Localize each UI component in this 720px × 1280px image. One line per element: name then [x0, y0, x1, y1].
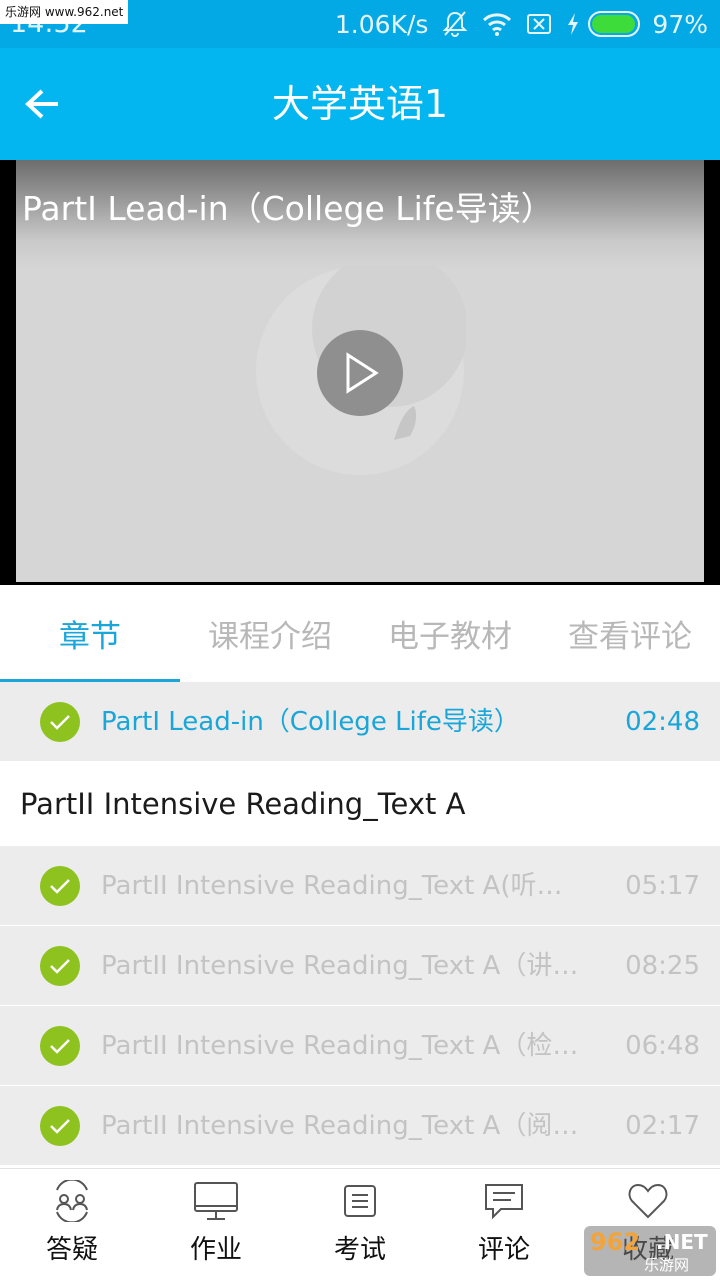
- chapter-title: PartII Intensive Reading_Text A（检…: [101, 1031, 579, 1061]
- play-button[interactable]: [317, 330, 403, 416]
- qa-users-icon: [48, 1179, 96, 1223]
- chapter-duration: 08:25: [625, 951, 700, 981]
- app-bar: 大学英语1: [0, 48, 720, 160]
- completed-check-icon: [40, 1106, 80, 1146]
- chapter-row[interactable]: PartII Intensive Reading_Text A（检… 06:48: [0, 1006, 720, 1086]
- chapter-list: PartI Lead-in（College Life导读） 02:48 Part…: [0, 682, 720, 1166]
- course-tabs: 章节 课程介绍 电子教材 查看评论: [0, 585, 720, 682]
- watermark-sub: 乐游网: [644, 1256, 690, 1274]
- completed-check-icon: [40, 702, 80, 742]
- nav-qa[interactable]: 答疑: [0, 1169, 144, 1280]
- battery-percent: 97%: [652, 9, 708, 39]
- status-indicators: 1.06K/s 97%: [335, 6, 708, 42]
- network-speed: 1.06K/s: [334, 9, 429, 39]
- chapter-duration: 02:48: [625, 707, 700, 737]
- chapter-title: PartII Intensive Reading_Text A（阅…: [101, 1111, 579, 1141]
- page-title: 大学英语1: [271, 82, 449, 126]
- nav-exam[interactable]: 考试: [288, 1169, 432, 1280]
- chapter-title: PartI Lead-in（College Life导读）: [101, 707, 520, 737]
- completed-check-icon: [40, 866, 80, 906]
- chapter-duration: 06:48: [625, 1031, 700, 1061]
- comment-icon: [480, 1179, 528, 1223]
- chapter-duration: 05:17: [625, 871, 700, 901]
- nav-homework[interactable]: 作业: [144, 1169, 288, 1280]
- watermark-top: 乐游网 www.962.net: [0, 0, 129, 24]
- video-player[interactable]: PartI Lead-in（College Life导读）: [0, 160, 720, 585]
- watermark-net: .NET: [656, 1230, 708, 1254]
- watermark-main: 962: [590, 1228, 641, 1256]
- video-title: PartI Lead-in（College Life导读）: [22, 189, 554, 228]
- back-button[interactable]: [10, 72, 74, 136]
- nav-label: 答疑: [45, 1235, 98, 1265]
- tab-reviews[interactable]: 查看评论: [540, 585, 720, 682]
- charging-icon: [566, 12, 580, 36]
- chapter-title: PartII Intensive Reading_Text A（讲…: [101, 951, 579, 981]
- status-bar: 14:52 乐游网 www.962.net 1.06K/s 97%: [0, 0, 720, 48]
- chapter-row[interactable]: PartII Intensive Reading_Text A(听音… 05:1…: [0, 846, 720, 926]
- chapter-row-current[interactable]: PartI Lead-in（College Life导读） 02:48: [0, 682, 720, 762]
- completed-check-icon: [40, 1026, 80, 1066]
- chapter-title: PartII Intensive Reading_Text A(听音…: [101, 871, 581, 901]
- mute-bell-icon: [442, 10, 468, 38]
- play-icon: [346, 352, 379, 394]
- watermark-logo: 962 .NET 乐游网: [584, 1226, 716, 1276]
- nav-label: 考试: [333, 1235, 386, 1265]
- nav-label: 作业: [189, 1235, 242, 1265]
- nav-comments[interactable]: 评论: [432, 1169, 576, 1280]
- heart-icon: [624, 1179, 672, 1223]
- tab-ebook[interactable]: 电子教材: [360, 585, 540, 682]
- exam-document-icon: [336, 1179, 384, 1223]
- no-sim-icon: [526, 13, 552, 35]
- wifi-icon: [482, 12, 512, 36]
- battery-indicator: 97%: [566, 10, 708, 39]
- section-header: PartII Intensive Reading_Text A: [0, 762, 720, 846]
- battery-icon: [588, 11, 644, 37]
- video-surface[interactable]: PartI Lead-in（College Life导读）: [16, 160, 704, 582]
- tab-chapters[interactable]: 章节: [0, 585, 180, 682]
- nav-label: 评论: [477, 1235, 530, 1265]
- tab-course-intro[interactable]: 课程介绍: [180, 585, 360, 682]
- completed-check-icon: [40, 946, 80, 986]
- chapter-duration: 02:17: [625, 1111, 700, 1141]
- arrow-left-icon: [25, 89, 58, 119]
- chapter-row[interactable]: PartII Intensive Reading_Text A（讲… 08:25: [0, 926, 720, 1006]
- section-title: PartII Intensive Reading_Text A: [20, 787, 466, 821]
- chapter-row[interactable]: PartII Intensive Reading_Text A（阅… 02:17: [0, 1086, 720, 1166]
- monitor-icon: [192, 1179, 240, 1223]
